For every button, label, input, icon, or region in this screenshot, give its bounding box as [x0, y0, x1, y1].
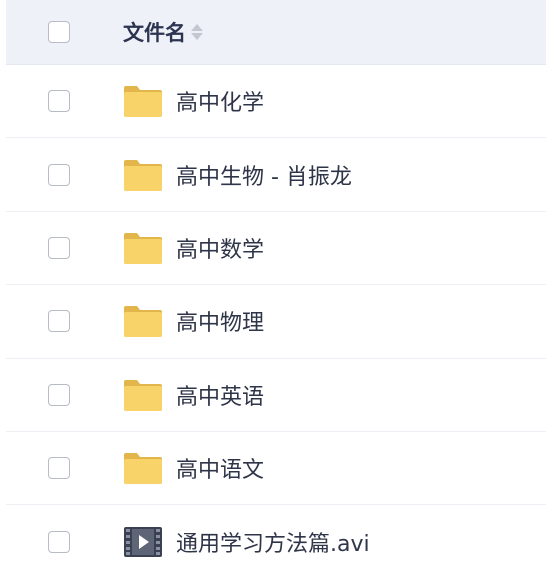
folder-icon	[124, 86, 162, 118]
select-all-checkbox[interactable]	[48, 21, 70, 43]
table-row[interactable]: 高中化学	[6, 65, 546, 139]
table-row[interactable]: 高中数学	[6, 212, 546, 286]
row-checkbox[interactable]	[48, 310, 70, 333]
row-checkbox[interactable]	[48, 236, 70, 259]
folder-icon	[124, 306, 162, 338]
file-name[interactable]: 高中化学	[176, 85, 264, 117]
table-row[interactable]: 高中物理	[6, 285, 546, 359]
folder-icon	[124, 379, 162, 411]
file-name[interactable]: 高中语文	[176, 452, 264, 484]
file-name[interactable]: 高中英语	[176, 379, 264, 411]
table-row[interactable]: 通用学习方法篇.avi	[6, 505, 546, 578]
file-list-table: 文件名 高中化学 高中生物 - 肖振龙 高中数学 高中物理 高中英语 高中语文 …	[6, 0, 546, 576]
row-checkbox[interactable]	[48, 90, 70, 113]
table-row[interactable]: 高中英语	[6, 359, 546, 432]
folder-icon	[124, 159, 162, 191]
filename-header-label: 文件名	[123, 21, 186, 45]
row-checkbox[interactable]	[48, 531, 70, 554]
table-header: 文件名	[6, 0, 546, 65]
row-checkbox[interactable]	[48, 163, 70, 186]
row-checkbox[interactable]	[48, 457, 70, 480]
file-name[interactable]: 高中生物 - 肖振龙	[176, 159, 352, 191]
file-name[interactable]: 高中物理	[176, 305, 264, 337]
filename-column-header[interactable]: 文件名	[123, 17, 203, 47]
video-file-icon	[124, 527, 162, 558]
file-name[interactable]: 通用学习方法篇.avi	[176, 526, 370, 558]
folder-icon	[124, 232, 162, 264]
folder-icon	[124, 453, 162, 485]
row-checkbox[interactable]	[48, 383, 70, 406]
table-row[interactable]: 高中生物 - 肖振龙	[6, 138, 546, 212]
sort-icon[interactable]	[191, 23, 203, 41]
file-name[interactable]: 高中数学	[176, 232, 264, 264]
table-row[interactable]: 高中语文	[6, 432, 546, 506]
